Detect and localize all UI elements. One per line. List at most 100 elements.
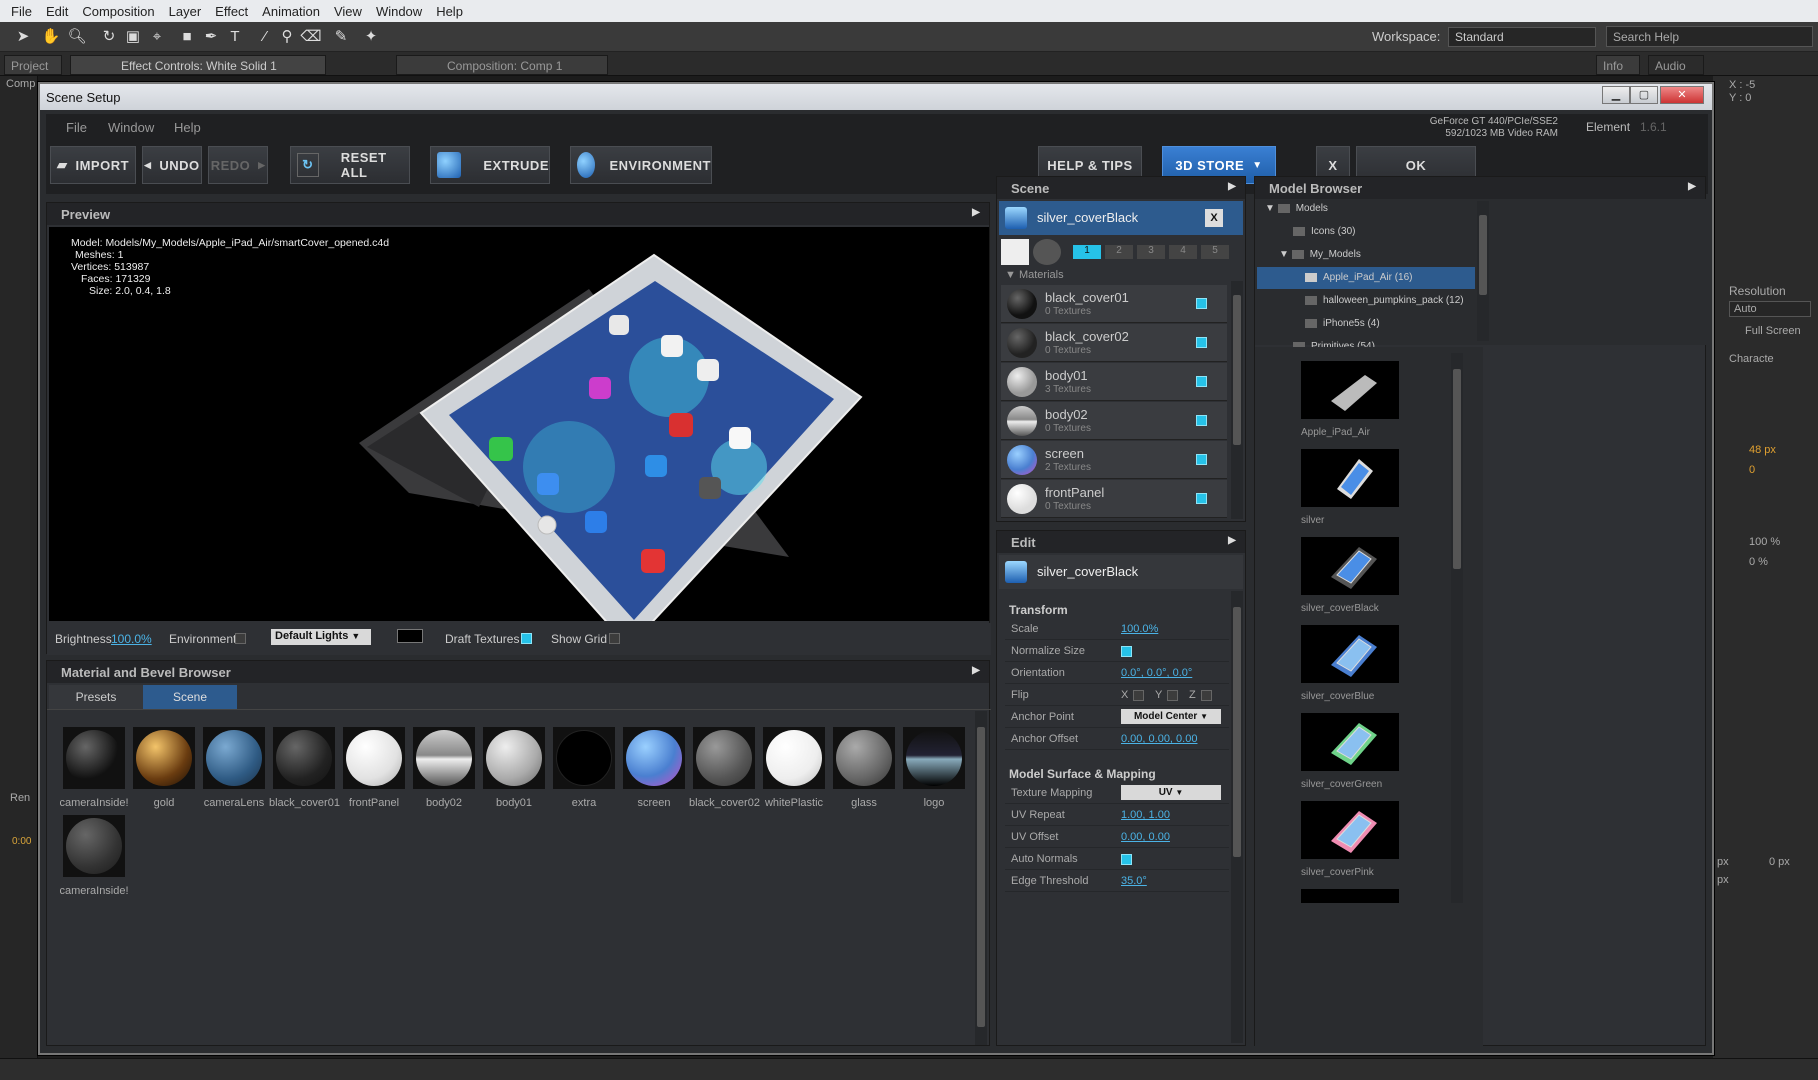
- material-enabled-checkbox[interactable]: [1196, 298, 1207, 309]
- scale-value[interactable]: 100.0%: [1121, 623, 1158, 635]
- material-swatch[interactable]: body02: [409, 727, 479, 809]
- indent-value[interactable]: 0 px: [1769, 856, 1790, 868]
- lights-select[interactable]: Default Lights ▼: [271, 629, 371, 645]
- material-swatch[interactable]: whitePlastic: [759, 727, 829, 809]
- materials-header[interactable]: ▼ Materials: [1005, 269, 1064, 281]
- material-swatch[interactable]: body01: [479, 727, 549, 809]
- import-button[interactable]: ▰ IMPORT: [50, 146, 136, 184]
- model-thumbnail[interactable]: [1301, 801, 1399, 859]
- font-size-value[interactable]: 48 px: [1749, 444, 1776, 456]
- layer-tab-3[interactable]: 3: [1137, 245, 1165, 259]
- zoom-tool-icon[interactable]: 🔍︎: [66, 26, 88, 48]
- environment-checkbox[interactable]: [235, 633, 246, 644]
- panel-menu-arrow-icon[interactable]: ▶: [969, 207, 983, 221]
- tab-info[interactable]: Info: [1596, 55, 1640, 75]
- panel-menu-arrow-icon[interactable]: ▶: [1225, 535, 1239, 549]
- panel-menu-arrow-icon[interactable]: ▶: [969, 665, 983, 679]
- uv-repeat-value[interactable]: 1.00, 1.00: [1121, 809, 1170, 821]
- model-thumbnail[interactable]: [1301, 889, 1399, 903]
- material-swatch[interactable]: cameraInside!: [59, 815, 129, 897]
- show-grid-checkbox[interactable]: [609, 633, 620, 644]
- extrude-button[interactable]: EXTRUDE: [430, 146, 550, 184]
- material-swatch[interactable]: cameraLens: [199, 727, 269, 809]
- flip-y-checkbox[interactable]: [1167, 690, 1178, 701]
- material-swatch[interactable]: gold: [129, 727, 199, 809]
- redo-button[interactable]: REDO ▸: [208, 146, 268, 184]
- tab-effect-controls[interactable]: Effect Controls: White Solid 1: [70, 55, 326, 75]
- reset-all-button[interactable]: ↻ RESET ALL: [290, 146, 410, 184]
- menu-help[interactable]: Help: [429, 4, 470, 19]
- pan-behind-tool-icon[interactable]: ⌖: [146, 26, 168, 48]
- model-thumbnail[interactable]: [1301, 713, 1399, 771]
- material-swatch[interactable]: logo: [899, 727, 969, 809]
- material-swatch[interactable]: black_cover01: [269, 727, 340, 809]
- camera-tool-icon[interactable]: ▣: [122, 26, 144, 48]
- dialog-menu-help[interactable]: Help: [174, 120, 201, 135]
- auto-normals-checkbox[interactable]: [1121, 854, 1132, 865]
- material-enabled-checkbox[interactable]: [1196, 337, 1207, 348]
- normalize-size-checkbox[interactable]: [1121, 646, 1132, 657]
- panel-menu-arrow-icon[interactable]: ▶: [1225, 181, 1239, 195]
- tab-scene[interactable]: Scene: [143, 685, 237, 709]
- flip-x-checkbox[interactable]: [1133, 690, 1144, 701]
- scene-material-row[interactable]: black_cover01 0 Textures: [1001, 285, 1227, 323]
- model-thumbnail[interactable]: [1301, 449, 1399, 507]
- tab-character[interactable]: Characte: [1729, 353, 1774, 365]
- tree-scrollbar[interactable]: [1477, 201, 1489, 341]
- dialog-menu-file[interactable]: File: [66, 120, 87, 135]
- scene-object-row[interactable]: silver_coverBlack X: [999, 201, 1243, 235]
- vertical-scale-value[interactable]: 100 %: [1749, 536, 1780, 548]
- scene-material-row[interactable]: screen 2 Textures: [1001, 441, 1227, 479]
- anchor-offset-value[interactable]: 0.00, 0.00, 0.00: [1121, 733, 1197, 745]
- menu-composition[interactable]: Composition: [75, 4, 161, 19]
- scene-scrollbar[interactable]: [1231, 281, 1243, 519]
- panel-menu-arrow-icon[interactable]: ▶: [1685, 181, 1699, 195]
- material-swatch[interactable]: glass: [829, 727, 899, 809]
- layer-tab-4[interactable]: 4: [1169, 245, 1197, 259]
- tab-presets[interactable]: Presets: [49, 685, 143, 709]
- model-thumbnail[interactable]: [1301, 537, 1399, 595]
- material-swatch[interactable]: extra: [549, 727, 619, 809]
- preview-viewport[interactable]: Model: Models/My_Models/Apple_iPad_Air/s…: [49, 227, 989, 621]
- workspace-select[interactable]: Standard: [1448, 27, 1596, 47]
- menu-effect[interactable]: Effect: [208, 4, 255, 19]
- puppet-pin-icon[interactable]: ✦: [360, 26, 382, 48]
- layer-tab-1[interactable]: 1: [1073, 245, 1101, 259]
- thumbnails-scrollbar[interactable]: [1451, 353, 1463, 903]
- rectangle-tool-icon[interactable]: ■: [176, 26, 198, 48]
- minimize-icon[interactable]: ▁: [1602, 86, 1630, 104]
- menu-view[interactable]: View: [327, 4, 369, 19]
- material-enabled-checkbox[interactable]: [1196, 454, 1207, 465]
- full-screen-label[interactable]: Full Screen: [1745, 325, 1801, 337]
- tree-node-my-models[interactable]: ▼ My_Models: [1279, 249, 1361, 260]
- material-enabled-checkbox[interactable]: [1196, 376, 1207, 387]
- brightness-value[interactable]: 100.0%: [111, 632, 152, 646]
- uv-offset-value[interactable]: 0.00, 0.00: [1121, 831, 1170, 843]
- baseline-shift-value[interactable]: 0 %: [1749, 556, 1768, 568]
- tab-composition[interactable]: Composition: Comp 1: [396, 55, 608, 75]
- menu-edit[interactable]: Edit: [39, 4, 75, 19]
- scene-material-row[interactable]: black_cover02 0 Textures: [1001, 324, 1227, 362]
- orientation-value[interactable]: 0.0°, 0.0°, 0.0°: [1121, 667, 1192, 679]
- menu-layer[interactable]: Layer: [162, 4, 209, 19]
- material-swatch[interactable]: frontPanel: [339, 727, 409, 809]
- search-help-input[interactable]: Search Help: [1606, 26, 1813, 47]
- menu-animation[interactable]: Animation: [255, 4, 327, 19]
- menu-window[interactable]: Window: [369, 4, 429, 19]
- anchor-point-select[interactable]: Model Center ▼: [1121, 709, 1221, 724]
- tree-node-halloween[interactable]: halloween_pumpkins_pack (12): [1305, 295, 1464, 306]
- maximize-icon[interactable]: ▢: [1630, 86, 1658, 104]
- environment-button[interactable]: ENVIRONMENT: [570, 146, 712, 184]
- brush-tool-icon[interactable]: ⁄: [254, 26, 276, 48]
- scene-material-row[interactable]: frontPanel 0 Textures: [1001, 480, 1227, 518]
- layer-tab-5[interactable]: 5: [1201, 245, 1229, 259]
- material-swatch[interactable]: screen: [619, 727, 689, 809]
- roto-brush-icon[interactable]: ✎: [330, 26, 352, 48]
- eraser-tool-icon[interactable]: ⌫: [300, 26, 322, 48]
- material-swatch[interactable]: black_cover02: [689, 727, 760, 809]
- rotate-tool-icon[interactable]: ↻: [98, 26, 120, 48]
- scene-material-row[interactable]: body02 0 Textures: [1001, 402, 1227, 440]
- pen-tool-icon[interactable]: ✒: [200, 26, 222, 48]
- material-browser-scrollbar[interactable]: [975, 711, 987, 1045]
- menu-file[interactable]: File: [4, 4, 39, 19]
